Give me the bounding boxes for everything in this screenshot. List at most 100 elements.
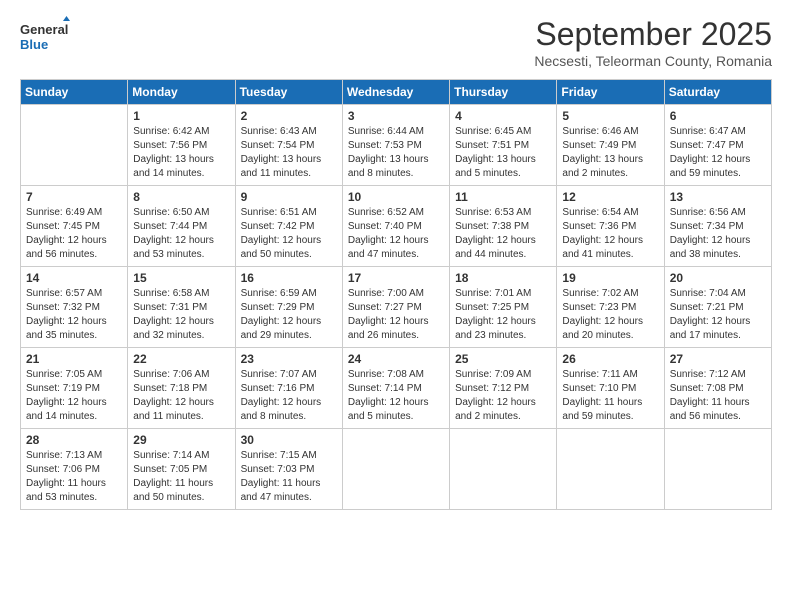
calendar-cell: 16 Sunrise: 6:59 AMSunset: 7:29 PMDaylig…: [235, 267, 342, 348]
cell-details: Sunrise: 7:14 AMSunset: 7:05 PMDaylight:…: [133, 450, 213, 503]
cell-details: Sunrise: 6:45 AMSunset: 7:51 PMDaylight:…: [455, 126, 536, 179]
calendar-cell: 10 Sunrise: 6:52 AMSunset: 7:40 PMDaylig…: [342, 186, 449, 267]
day-number: 13: [670, 190, 766, 204]
day-number: 27: [670, 352, 766, 366]
week-row-1: 1 Sunrise: 6:42 AMSunset: 7:56 PMDayligh…: [21, 105, 772, 186]
cell-details: Sunrise: 6:50 AMSunset: 7:44 PMDaylight:…: [133, 207, 214, 260]
svg-text:General: General: [20, 22, 68, 37]
weekday-header-friday: Friday: [557, 80, 664, 105]
calendar-cell: 25 Sunrise: 7:09 AMSunset: 7:12 PMDaylig…: [450, 348, 557, 429]
calendar-cell: 13 Sunrise: 6:56 AMSunset: 7:34 PMDaylig…: [664, 186, 771, 267]
cell-details: Sunrise: 7:04 AMSunset: 7:21 PMDaylight:…: [670, 288, 751, 341]
calendar-cell: 27 Sunrise: 7:12 AMSunset: 7:08 PMDaylig…: [664, 348, 771, 429]
calendar-cell: 17 Sunrise: 7:00 AMSunset: 7:27 PMDaylig…: [342, 267, 449, 348]
calendar-cell: 9 Sunrise: 6:51 AMSunset: 7:42 PMDayligh…: [235, 186, 342, 267]
day-number: 29: [133, 433, 229, 447]
calendar-cell: 12 Sunrise: 6:54 AMSunset: 7:36 PMDaylig…: [557, 186, 664, 267]
cell-details: Sunrise: 7:06 AMSunset: 7:18 PMDaylight:…: [133, 369, 214, 422]
calendar-cell: [664, 429, 771, 510]
calendar-cell: 18 Sunrise: 7:01 AMSunset: 7:25 PMDaylig…: [450, 267, 557, 348]
cell-details: Sunrise: 6:42 AMSunset: 7:56 PMDaylight:…: [133, 126, 214, 179]
cell-details: Sunrise: 6:59 AMSunset: 7:29 PMDaylight:…: [241, 288, 322, 341]
day-number: 10: [348, 190, 444, 204]
day-number: 26: [562, 352, 658, 366]
calendar-cell: 30 Sunrise: 7:15 AMSunset: 7:03 PMDaylig…: [235, 429, 342, 510]
cell-details: Sunrise: 6:57 AMSunset: 7:32 PMDaylight:…: [26, 288, 107, 341]
cell-details: Sunrise: 7:05 AMSunset: 7:19 PMDaylight:…: [26, 369, 107, 422]
calendar-cell: 26 Sunrise: 7:11 AMSunset: 7:10 PMDaylig…: [557, 348, 664, 429]
week-row-3: 14 Sunrise: 6:57 AMSunset: 7:32 PMDaylig…: [21, 267, 772, 348]
day-number: 1: [133, 109, 229, 123]
svg-text:Blue: Blue: [20, 37, 48, 52]
calendar-cell: [557, 429, 664, 510]
day-number: 2: [241, 109, 337, 123]
calendar-cell: 22 Sunrise: 7:06 AMSunset: 7:18 PMDaylig…: [128, 348, 235, 429]
day-number: 14: [26, 271, 122, 285]
weekday-header-sunday: Sunday: [21, 80, 128, 105]
day-number: 21: [26, 352, 122, 366]
calendar-cell: 15 Sunrise: 6:58 AMSunset: 7:31 PMDaylig…: [128, 267, 235, 348]
calendar-cell: 21 Sunrise: 7:05 AMSunset: 7:19 PMDaylig…: [21, 348, 128, 429]
day-number: 15: [133, 271, 229, 285]
cell-details: Sunrise: 6:52 AMSunset: 7:40 PMDaylight:…: [348, 207, 429, 260]
calendar-cell: [21, 105, 128, 186]
cell-details: Sunrise: 6:47 AMSunset: 7:47 PMDaylight:…: [670, 126, 751, 179]
cell-details: Sunrise: 6:51 AMSunset: 7:42 PMDaylight:…: [241, 207, 322, 260]
cell-details: Sunrise: 7:12 AMSunset: 7:08 PMDaylight:…: [670, 369, 750, 422]
logo-svg: General Blue: [20, 16, 70, 56]
day-number: 6: [670, 109, 766, 123]
weekday-header-wednesday: Wednesday: [342, 80, 449, 105]
day-number: 22: [133, 352, 229, 366]
cell-details: Sunrise: 6:46 AMSunset: 7:49 PMDaylight:…: [562, 126, 643, 179]
calendar-cell: 14 Sunrise: 6:57 AMSunset: 7:32 PMDaylig…: [21, 267, 128, 348]
calendar-cell: 20 Sunrise: 7:04 AMSunset: 7:21 PMDaylig…: [664, 267, 771, 348]
day-number: 25: [455, 352, 551, 366]
calendar-cell: [342, 429, 449, 510]
day-number: 28: [26, 433, 122, 447]
calendar-table: SundayMondayTuesdayWednesdayThursdayFrid…: [20, 79, 772, 510]
calendar-cell: 24 Sunrise: 7:08 AMSunset: 7:14 PMDaylig…: [342, 348, 449, 429]
day-number: 19: [562, 271, 658, 285]
calendar-cell: 2 Sunrise: 6:43 AMSunset: 7:54 PMDayligh…: [235, 105, 342, 186]
day-number: 5: [562, 109, 658, 123]
cell-details: Sunrise: 7:15 AMSunset: 7:03 PMDaylight:…: [241, 450, 321, 503]
week-row-5: 28 Sunrise: 7:13 AMSunset: 7:06 PMDaylig…: [21, 429, 772, 510]
calendar-cell: 11 Sunrise: 6:53 AMSunset: 7:38 PMDaylig…: [450, 186, 557, 267]
calendar-cell: 4 Sunrise: 6:45 AMSunset: 7:51 PMDayligh…: [450, 105, 557, 186]
logo: General Blue: [20, 16, 70, 56]
day-number: 17: [348, 271, 444, 285]
cell-details: Sunrise: 7:01 AMSunset: 7:25 PMDaylight:…: [455, 288, 536, 341]
day-number: 16: [241, 271, 337, 285]
day-number: 11: [455, 190, 551, 204]
week-row-2: 7 Sunrise: 6:49 AMSunset: 7:45 PMDayligh…: [21, 186, 772, 267]
calendar-cell: 23 Sunrise: 7:07 AMSunset: 7:16 PMDaylig…: [235, 348, 342, 429]
day-number: 20: [670, 271, 766, 285]
day-number: 7: [26, 190, 122, 204]
cell-details: Sunrise: 6:44 AMSunset: 7:53 PMDaylight:…: [348, 126, 429, 179]
calendar-cell: 3 Sunrise: 6:44 AMSunset: 7:53 PMDayligh…: [342, 105, 449, 186]
calendar-cell: 8 Sunrise: 6:50 AMSunset: 7:44 PMDayligh…: [128, 186, 235, 267]
title-area: September 2025 Necsesti, Teleorman Count…: [534, 16, 772, 69]
calendar-cell: 28 Sunrise: 7:13 AMSunset: 7:06 PMDaylig…: [21, 429, 128, 510]
cell-details: Sunrise: 7:09 AMSunset: 7:12 PMDaylight:…: [455, 369, 536, 422]
day-number: 23: [241, 352, 337, 366]
header: General Blue September 2025 Necsesti, Te…: [20, 16, 772, 69]
cell-details: Sunrise: 7:08 AMSunset: 7:14 PMDaylight:…: [348, 369, 429, 422]
cell-details: Sunrise: 6:49 AMSunset: 7:45 PMDaylight:…: [26, 207, 107, 260]
weekday-header-tuesday: Tuesday: [235, 80, 342, 105]
cell-details: Sunrise: 7:02 AMSunset: 7:23 PMDaylight:…: [562, 288, 643, 341]
calendar-cell: 5 Sunrise: 6:46 AMSunset: 7:49 PMDayligh…: [557, 105, 664, 186]
calendar-cell: 29 Sunrise: 7:14 AMSunset: 7:05 PMDaylig…: [128, 429, 235, 510]
cell-details: Sunrise: 7:11 AMSunset: 7:10 PMDaylight:…: [562, 369, 642, 422]
cell-details: Sunrise: 7:07 AMSunset: 7:16 PMDaylight:…: [241, 369, 322, 422]
cell-details: Sunrise: 6:54 AMSunset: 7:36 PMDaylight:…: [562, 207, 643, 260]
weekday-header-thursday: Thursday: [450, 80, 557, 105]
weekday-header-row: SundayMondayTuesdayWednesdayThursdayFrid…: [21, 80, 772, 105]
calendar-cell: 6 Sunrise: 6:47 AMSunset: 7:47 PMDayligh…: [664, 105, 771, 186]
day-number: 3: [348, 109, 444, 123]
day-number: 4: [455, 109, 551, 123]
cell-details: Sunrise: 6:58 AMSunset: 7:31 PMDaylight:…: [133, 288, 214, 341]
day-number: 30: [241, 433, 337, 447]
cell-details: Sunrise: 6:53 AMSunset: 7:38 PMDaylight:…: [455, 207, 536, 260]
calendar-cell: 19 Sunrise: 7:02 AMSunset: 7:23 PMDaylig…: [557, 267, 664, 348]
